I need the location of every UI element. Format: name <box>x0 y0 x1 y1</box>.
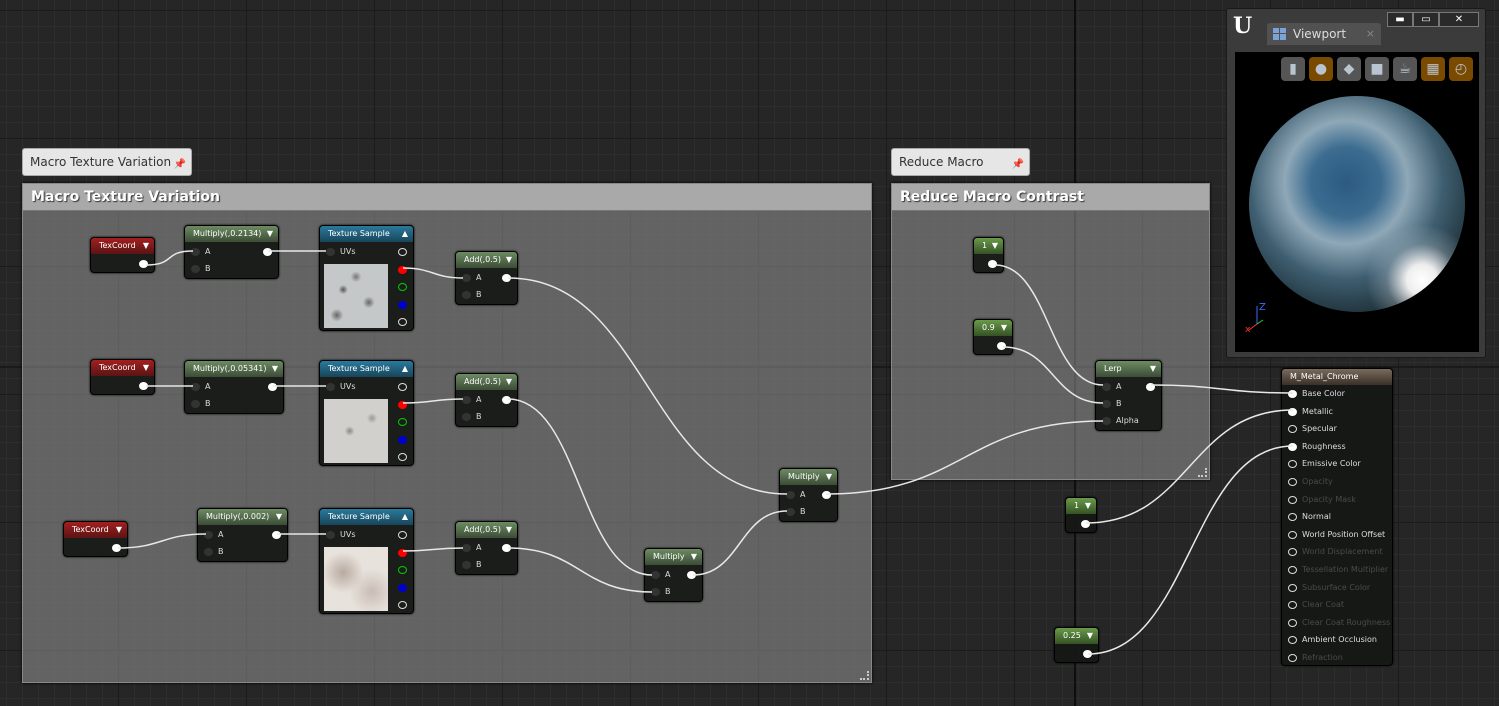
teapot-icon: ☕ <box>1398 61 1412 77</box>
cube-icon: ■ <box>1370 61 1384 77</box>
viewport-grid-icon <box>1273 28 1286 40</box>
teapot-preview-button[interactable]: ☕ <box>1393 57 1417 81</box>
wire[interactable] <box>402 398 464 404</box>
viewport-window[interactable]: U Viewport × ▬ ▭ ✕ ▮ ● ◆ ■ ☕ ▦ ◴ Zx <box>1226 8 1486 358</box>
sphere-icon: ● <box>1314 61 1328 77</box>
maximize-button[interactable]: ▭ <box>1413 12 1439 27</box>
realtime-icon: ◴ <box>1454 61 1468 77</box>
cylinder-preview-button[interactable]: ▮ <box>1281 57 1305 81</box>
wire[interactable] <box>507 277 788 495</box>
wire[interactable] <box>825 420 1104 495</box>
close-button[interactable]: ✕ <box>1439 12 1479 27</box>
preview-viewport[interactable]: ▮ ● ◆ ■ ☕ ▦ ◴ Zx <box>1235 52 1479 352</box>
wire[interactable] <box>1085 409 1294 524</box>
wire[interactable] <box>145 250 194 266</box>
wire[interactable] <box>507 547 653 593</box>
wire[interactable] <box>402 547 464 552</box>
wire[interactable] <box>1087 445 1294 655</box>
close-tab-icon[interactable]: × <box>1366 23 1375 45</box>
unreal-logo: U <box>1233 13 1253 39</box>
wire[interactable] <box>1002 346 1104 404</box>
svg-text:Z: Z <box>1259 302 1266 313</box>
wire[interactable] <box>692 510 788 576</box>
axis-gizmo-icon: Zx <box>1245 302 1266 334</box>
svg-text:x: x <box>1245 325 1251 334</box>
plane-icon: ◆ <box>1343 61 1355 77</box>
sphere-preview-button[interactable]: ● <box>1309 57 1333 81</box>
tab-viewport[interactable]: Viewport × <box>1267 23 1381 45</box>
realtime-preview-button[interactable]: ◴ <box>1449 57 1473 81</box>
wire[interactable] <box>1150 384 1294 394</box>
cylinder-icon: ▮ <box>1289 61 1297 77</box>
wire[interactable] <box>117 533 207 549</box>
grid-preview-button[interactable]: ▦ <box>1421 57 1445 81</box>
tab-label: Viewport <box>1293 27 1347 41</box>
wire[interactable] <box>507 398 653 576</box>
wire[interactable] <box>402 267 464 279</box>
cube-preview-button[interactable]: ■ <box>1365 57 1389 81</box>
preview-sphere <box>1249 96 1465 312</box>
plane-preview-button[interactable]: ◆ <box>1337 57 1361 81</box>
wire[interactable] <box>994 264 1104 386</box>
minimize-button[interactable]: ▬ <box>1387 12 1413 27</box>
grid-icon: ▦ <box>1426 61 1440 77</box>
